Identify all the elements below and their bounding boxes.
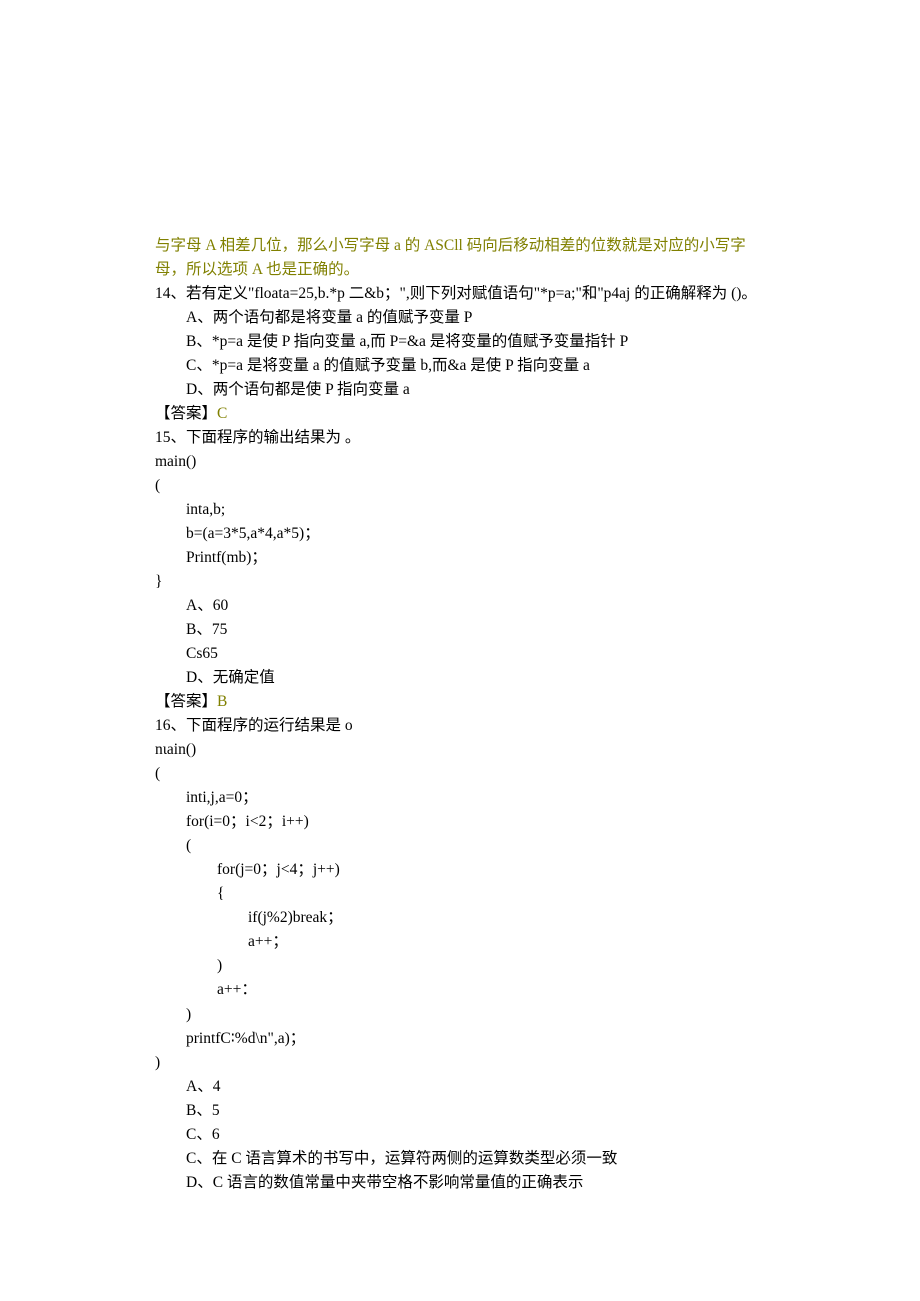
q14-opt-b: B、*p=a 是使 P 指向变量 a,而 P=&a 是将变量的值赋予变量指针 P [155, 330, 765, 354]
code-line: inta,b; [155, 498, 765, 522]
q14-opt-a: A、两个语句都是将变量 a 的值赋予变量 P [155, 306, 765, 330]
q15-answer: 【答案】B [155, 690, 765, 714]
code-line: ( [155, 762, 765, 786]
code-line: ) [155, 1051, 765, 1075]
code-line: ) [155, 1003, 765, 1027]
q15-opt-c: Cs65 [155, 642, 765, 666]
q16-opt-e: D、C 语言的数值常量中夹带空格不影响常量值的正确表示 [155, 1171, 765, 1195]
q16-opt-a: A、4 [155, 1075, 765, 1099]
code-line: } [155, 570, 765, 594]
document-body: 与字母 A 相差几位，那么小写字母 a 的 ASCll 码向后移动相差的位数就是… [155, 234, 765, 1195]
answer-label: 【答案】 [155, 405, 217, 422]
code-line: Printf(mb)； [155, 546, 765, 570]
code-line: nιain() [155, 738, 765, 762]
q16-opt-c: C、6 [155, 1123, 765, 1147]
q15-opt-a: A、60 [155, 594, 765, 618]
code-line: printfC∶%d\n",a)； [155, 1027, 765, 1051]
code-line: if(j%2)break； [155, 906, 765, 930]
q15-opt-b: B、75 [155, 618, 765, 642]
q16-stem: 16、下面程序的运行结果是 o [155, 714, 765, 738]
q15-opt-d: D、无确定值 [155, 666, 765, 690]
answer-value: B [217, 693, 227, 710]
q14-answer: 【答案】C [155, 402, 765, 426]
q14-opt-c: C、*p=a 是将变量 a 的值赋予变量 b,而&a 是使 P 指向变量 a [155, 354, 765, 378]
code-line: for(i=0；i<2；i++) [155, 810, 765, 834]
code-line: ( [155, 834, 765, 858]
q16-opt-b: B、5 [155, 1099, 765, 1123]
answer-value: C [217, 405, 227, 422]
code-line: ) [155, 954, 765, 978]
q14-stem: 14、若有定义"floata=25,b.*p 二&b；",则下列对赋值语句"*p… [155, 282, 765, 306]
code-line: ( [155, 474, 765, 498]
q14-opt-d: D、两个语句都是使 P 指向变量 a [155, 378, 765, 402]
intro-text: 与字母 A 相差几位，那么小写字母 a 的 ASCll 码向后移动相差的位数就是… [155, 234, 765, 282]
code-line: inti,j,a=0； [155, 786, 765, 810]
q15-stem: 15、下面程序的输出结果为 。 [155, 426, 765, 450]
code-line: b=(a=3*5,a*4,a*5)； [155, 522, 765, 546]
code-line: for(j=0；j<4；j++) [155, 858, 765, 882]
q16-opt-d: C、在 C 语言算术的书写中，运算符两侧的运算数类型必须一致 [155, 1147, 765, 1171]
code-line: a++； [155, 930, 765, 954]
code-line: { [155, 882, 765, 906]
code-line: main() [155, 450, 765, 474]
answer-label: 【答案】 [155, 693, 217, 710]
code-line: a++： [155, 978, 765, 1002]
